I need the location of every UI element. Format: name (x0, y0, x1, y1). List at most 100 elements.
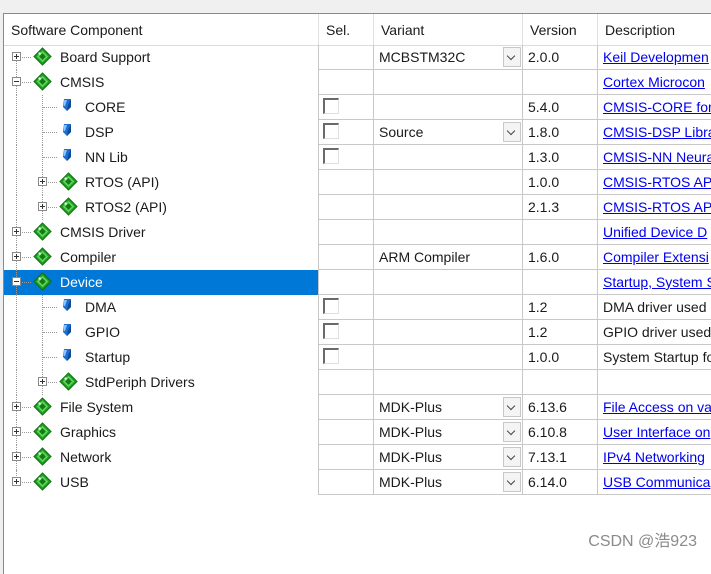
component-cell[interactable]: GPIO (4, 320, 319, 345)
column-header-software-component[interactable]: Software Component (4, 14, 318, 45)
component-cell[interactable]: Compiler (4, 245, 319, 270)
description-cell[interactable]: CMSIS-RTOS API (597, 170, 711, 195)
description-cell[interactable]: CMSIS-RTOS API (597, 195, 711, 220)
component-cell[interactable]: DMA (4, 295, 319, 320)
component-row-nn-lib[interactable]: NN Lib 1.3.0 CMSIS-NN Neura (4, 145, 711, 170)
description-link[interactable]: Cortex Microcon (603, 70, 705, 94)
variant-cell[interactable]: MDK-Plus (373, 445, 523, 470)
chevron-down-icon[interactable] (503, 47, 521, 67)
component-row-compiler[interactable]: Compiler ARM Compiler 1.6.0 Compiler Extens… (4, 245, 711, 270)
description-cell[interactable]: USB Communica (597, 470, 711, 495)
component-row-rtos2-api[interactable]: RTOS2 (API) 2.1.3 CMSIS-RTOS API (4, 195, 711, 220)
description-cell[interactable]: Cortex Microcon (597, 70, 711, 95)
description-link[interactable]: CMSIS-CORE for (603, 95, 711, 119)
column-header-variant[interactable]: Variant (374, 14, 522, 45)
chevron-down-icon[interactable] (503, 122, 521, 142)
description-cell[interactable]: CMSIS-NN Neura (597, 145, 711, 170)
description-cell[interactable]: CMSIS-DSP Libra (597, 120, 711, 145)
description-link[interactable]: Compiler Extensi (603, 245, 709, 269)
select-checkbox[interactable] (323, 348, 339, 364)
description-link[interactable]: IPv4 Networking (603, 445, 705, 469)
component-cell[interactable]: StdPeriph Drivers (4, 370, 319, 395)
column-header-description[interactable]: Description (598, 14, 711, 45)
description-cell[interactable]: User Interface on (597, 420, 711, 445)
component-cell[interactable]: Startup (4, 345, 319, 370)
description-link[interactable]: CMSIS-RTOS API (603, 170, 711, 194)
description-link[interactable]: CMSIS-RTOS API (603, 195, 711, 219)
variant-cell[interactable]: MDK-Plus (373, 420, 523, 445)
chevron-down-icon[interactable] (503, 397, 521, 417)
column-header-sel[interactable]: Sel. (319, 14, 373, 45)
component-cell[interactable]: Graphics (4, 420, 319, 445)
description-cell[interactable]: CMSIS-CORE for (597, 95, 711, 120)
component-row-stdperiph-drivers[interactable]: StdPeriph Drivers (4, 370, 711, 395)
component-row-gpio[interactable]: GPIO 1.2 GPIO driver used (4, 320, 711, 345)
component-cell[interactable]: Board Support (4, 45, 319, 70)
component-row-network[interactable]: Network MDK-Plus 7.13.1 IPv4 Networking (4, 445, 711, 470)
component-cell[interactable]: DSP (4, 120, 319, 145)
component-cell[interactable]: NN Lib (4, 145, 319, 170)
select-checkbox[interactable] (323, 298, 339, 314)
description-link[interactable]: CMSIS-DSP Libra (603, 120, 711, 144)
collapse-icon[interactable] (12, 277, 21, 286)
expand-icon[interactable] (12, 52, 21, 61)
select-checkbox[interactable] (323, 98, 339, 114)
chevron-down-icon[interactable] (503, 447, 521, 467)
description-cell[interactable]: File Access on va (597, 395, 711, 420)
component-row-cmsis[interactable]: CMSIS Cortex Microcon (4, 70, 711, 95)
description-cell[interactable]: Startup, System S (597, 270, 711, 295)
description-link[interactable]: Startup, System S (603, 270, 711, 294)
variant-cell[interactable]: MDK-Plus (373, 470, 523, 495)
description-link[interactable]: User Interface on (603, 420, 710, 444)
description-cell[interactable]: Compiler Extensi (597, 245, 711, 270)
component-row-core[interactable]: CORE 5.4.0 CMSIS-CORE for (4, 95, 711, 120)
description-cell[interactable]: IPv4 Networking (597, 445, 711, 470)
description-link[interactable]: File Access on va (603, 395, 711, 419)
column-header-version[interactable]: Version (523, 14, 597, 45)
description-link[interactable]: Unified Device D (603, 220, 707, 244)
component-row-board-support[interactable]: Board Support MCBSTM32C 2.0.0 Keil Developm… (4, 45, 711, 70)
component-row-device[interactable]: Device Startup, System S (4, 270, 711, 295)
expand-icon[interactable] (12, 402, 21, 411)
component-cell[interactable]: File System (4, 395, 319, 420)
select-checkbox[interactable] (323, 323, 339, 339)
component-cell[interactable]: CMSIS (4, 70, 319, 95)
component-cell[interactable]: Network (4, 445, 319, 470)
description-link[interactable]: CMSIS-NN Neura (603, 145, 711, 169)
component-cell[interactable]: CORE (4, 95, 319, 120)
select-checkbox[interactable] (323, 148, 339, 164)
collapse-icon[interactable] (12, 77, 21, 86)
component-row-cmsis-driver[interactable]: CMSIS Driver Unified Device D (4, 220, 711, 245)
description-cell[interactable]: Keil Developmen (597, 45, 711, 70)
component-row-graphics[interactable]: Graphics MDK-Plus 6.10.8 User Interface on (4, 420, 711, 445)
component-cell[interactable]: USB (4, 470, 319, 495)
component-cell[interactable]: RTOS2 (API) (4, 195, 319, 220)
expand-icon[interactable] (38, 202, 47, 211)
chevron-down-icon[interactable] (503, 472, 521, 492)
component-row-usb[interactable]: USB MDK-Plus 6.14.0 USB Communica (4, 470, 711, 495)
component-row-startup[interactable]: Startup 1.0.0 System Startup fo (4, 345, 711, 370)
expand-icon[interactable] (12, 227, 21, 236)
component-cell[interactable]: Device (4, 270, 319, 295)
expand-icon[interactable] (12, 477, 21, 486)
version-cell: 2.0.0 (522, 45, 598, 70)
expand-icon[interactable] (12, 452, 21, 461)
variant-cell[interactable]: Source (373, 120, 523, 145)
expand-icon[interactable] (38, 177, 47, 186)
expand-icon[interactable] (12, 252, 21, 261)
description-link[interactable]: Keil Developmen (603, 45, 709, 69)
expand-icon[interactable] (12, 427, 21, 436)
component-row-file-system[interactable]: File System MDK-Plus 6.13.6 File Access on … (4, 395, 711, 420)
description-link[interactable]: USB Communica (603, 470, 710, 494)
description-cell[interactable]: Unified Device D (597, 220, 711, 245)
component-row-dsp[interactable]: DSP Source 1.8.0 CMSIS-DSP Libra (4, 120, 711, 145)
variant-cell[interactable]: MCBSTM32C (373, 45, 523, 70)
component-row-rtos-api[interactable]: RTOS (API) 1.0.0 CMSIS-RTOS API (4, 170, 711, 195)
expand-icon[interactable] (38, 377, 47, 386)
component-row-dma[interactable]: DMA 1.2 DMA driver used (4, 295, 711, 320)
variant-cell[interactable]: MDK-Plus (373, 395, 523, 420)
component-cell[interactable]: RTOS (API) (4, 170, 319, 195)
chevron-down-icon[interactable] (503, 422, 521, 442)
select-checkbox[interactable] (323, 123, 339, 139)
component-cell[interactable]: CMSIS Driver (4, 220, 319, 245)
